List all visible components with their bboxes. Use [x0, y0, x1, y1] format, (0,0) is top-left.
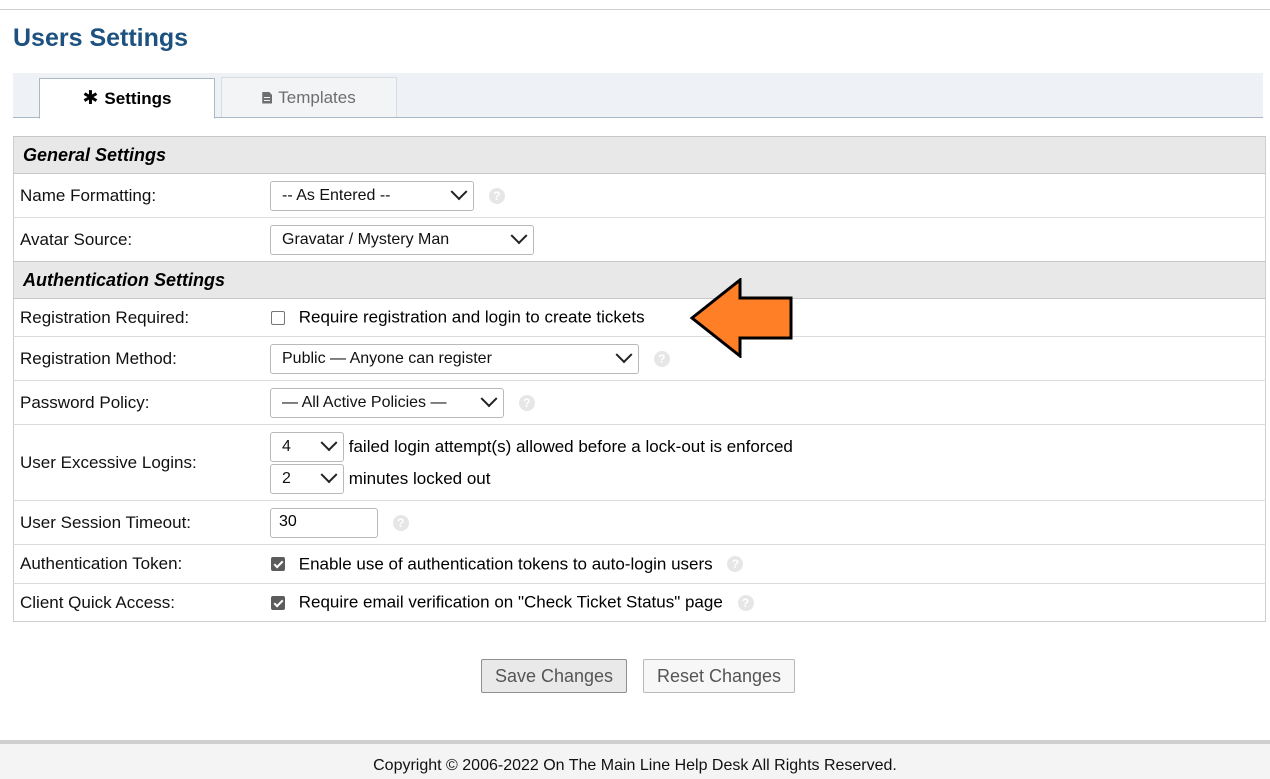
- section-heading-general: General Settings: [13, 136, 1266, 174]
- password-policy-value: — All Active Policies —: [282, 393, 447, 411]
- chevron-down-icon: [510, 226, 528, 244]
- password-policy-select[interactable]: — All Active Policies —: [270, 387, 504, 418]
- auth-token-text: Enable use of authentication tokens to a…: [298, 554, 713, 574]
- help-icon[interactable]: ?: [518, 394, 535, 411]
- auth-token-checkbox[interactable]: [271, 557, 285, 572]
- chevron-down-icon: [320, 465, 338, 483]
- annotation-arrow-icon: [689, 278, 793, 358]
- avatar-source-value: Gravatar / Mystery Man: [282, 230, 450, 248]
- login-attempts-value: 4: [282, 437, 291, 455]
- top-border: [0, 0, 1270, 10]
- chevron-down-icon: [615, 345, 633, 363]
- help-icon[interactable]: ?: [727, 556, 744, 573]
- chevron-down-icon: [480, 389, 498, 407]
- lockout-minutes-text: minutes locked out: [348, 468, 491, 488]
- file-icon: [262, 91, 273, 104]
- lockout-minutes-select[interactable]: 2: [270, 463, 344, 494]
- excessive-logins-label: User Excessive Logins:: [13, 424, 270, 501]
- help-icon[interactable]: ?: [737, 594, 754, 611]
- chevron-down-icon: [320, 433, 338, 451]
- chevron-down-icon: [450, 182, 468, 200]
- row-excessive-logins: User Excessive Logins: 4 failed login at…: [13, 424, 1266, 501]
- reset-changes-button[interactable]: Reset Changes: [643, 659, 795, 693]
- quick-access-label: Client Quick Access:: [13, 583, 270, 622]
- row-quick-access: Client Quick Access: Require email verif…: [13, 583, 1266, 622]
- registration-required-checkbox[interactable]: [271, 310, 285, 325]
- avatar-source-label: Avatar Source:: [13, 217, 270, 262]
- login-attempts-text: failed login attempt(s) allowed before a…: [348, 436, 793, 456]
- copyright-text: Copyright © 2006-2022 On The Main Line H…: [373, 757, 897, 774]
- name-formatting-select[interactable]: -- As Entered --: [270, 180, 474, 211]
- page-title: Users Settings: [13, 24, 189, 52]
- settings-table: General Settings Name Formatting: -- As …: [13, 136, 1266, 622]
- tab-settings-label: Settings: [104, 88, 172, 108]
- row-name-formatting: Name Formatting: -- As Entered -- ?: [13, 173, 1266, 218]
- row-avatar-source: Avatar Source: Gravatar / Mystery Man: [13, 217, 1266, 262]
- tab-bar: ✱ Settings Templates: [13, 73, 1263, 119]
- auth-token-label: Authentication Token:: [13, 544, 270, 584]
- quick-access-text: Require email verification on "Check Tic…: [298, 592, 723, 612]
- password-policy-label: Password Policy:: [13, 380, 270, 425]
- login-attempts-select[interactable]: 4: [270, 431, 344, 462]
- help-icon[interactable]: ?: [653, 350, 670, 367]
- footer: Copyright © 2006-2022 On The Main Line H…: [0, 740, 1270, 779]
- name-formatting-label: Name Formatting:: [13, 173, 270, 218]
- name-formatting-value: -- As Entered --: [282, 186, 391, 204]
- avatar-source-select[interactable]: Gravatar / Mystery Man: [270, 224, 534, 255]
- registration-method-select[interactable]: Public — Anyone can register: [270, 343, 639, 374]
- registration-method-value: Public — Anyone can register: [282, 349, 492, 367]
- section-heading-authentication: Authentication Settings: [13, 261, 1266, 299]
- row-auth-token: Authentication Token: Enable use of auth…: [13, 544, 1266, 584]
- quick-access-checkbox[interactable]: [271, 595, 285, 610]
- tab-settings[interactable]: ✱ Settings: [39, 78, 215, 119]
- registration-method-label: Registration Method:: [13, 336, 270, 381]
- asterisk-icon: ✱: [82, 88, 99, 109]
- session-timeout-input[interactable]: 30: [270, 507, 378, 538]
- help-icon[interactable]: ?: [488, 187, 505, 204]
- row-registration-required: Registration Required: Require registrat…: [13, 298, 1266, 337]
- section-general: General Settings: [13, 136, 1266, 174]
- registration-required-label: Registration Required:: [13, 298, 270, 337]
- row-session-timeout: User Session Timeout: 30 ?: [13, 500, 1266, 545]
- tab-templates-label: Templates: [278, 87, 356, 107]
- registration-required-text: Require registration and login to create…: [298, 307, 645, 327]
- save-changes-button[interactable]: Save Changes: [481, 659, 627, 693]
- row-password-policy: Password Policy: — All Active Policies —…: [13, 380, 1266, 425]
- help-icon[interactable]: ?: [392, 514, 409, 531]
- section-authentication: Authentication Settings: [13, 261, 1266, 299]
- row-registration-method: Registration Method: Public — Anyone can…: [13, 336, 1266, 381]
- lockout-minutes-value: 2: [282, 469, 291, 487]
- session-timeout-label: User Session Timeout:: [13, 500, 270, 545]
- tab-templates[interactable]: Templates: [221, 77, 397, 117]
